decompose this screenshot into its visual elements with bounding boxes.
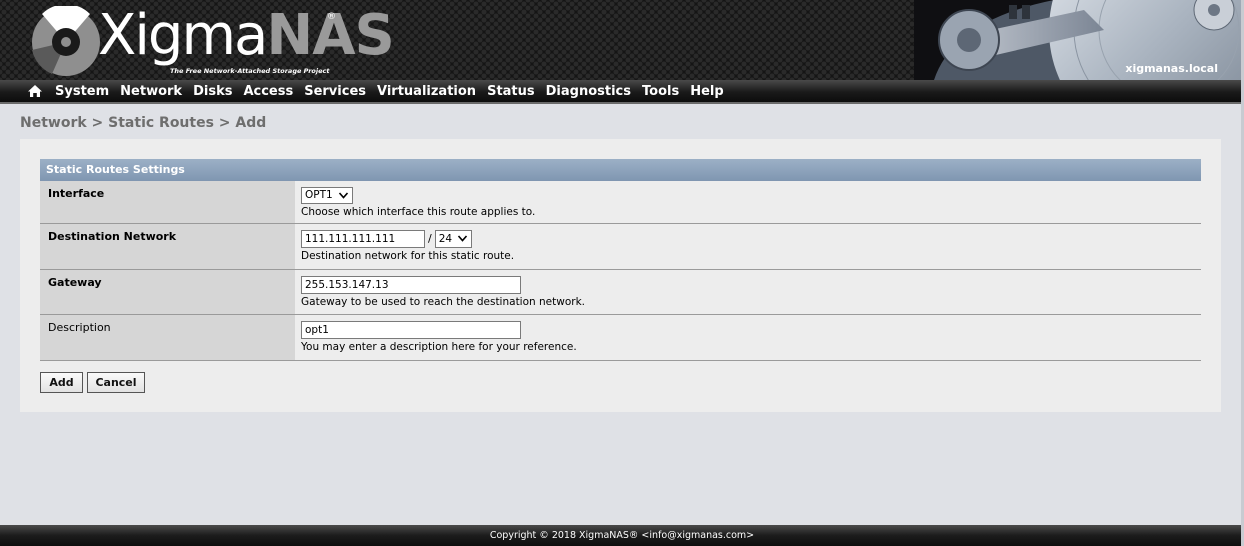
description-label: Description — [40, 315, 295, 360]
breadcrumb: Network > Static Routes > Add — [20, 115, 267, 131]
gateway-hint: Gateway to be used to reach the destinat… — [301, 296, 585, 308]
hostname-label: xigmanas.local — [1125, 62, 1218, 75]
main-navbar: System Network Disks Access Services Vir… — [0, 80, 1244, 104]
description-hint: You may enter a description here for you… — [301, 341, 577, 353]
destination-value-cell: 111.111.111.111/ 24 Destination network … — [295, 224, 1201, 269]
gateway-input[interactable]: 255.153.147.13 — [301, 276, 521, 294]
description-input[interactable]: opt1 — [301, 321, 521, 339]
mask-separator: / — [428, 232, 432, 245]
interface-value-cell: OPT1 Choose which interface this route a… — [295, 181, 1201, 223]
nav-item-virtualization[interactable]: Virtualization — [371, 84, 481, 99]
logo-wordmark: XigmaNAS — [98, 3, 395, 68]
footer-copyright: Copyright © 2018 XigmaNAS® <info@xigmana… — [0, 525, 1244, 546]
form-row-gateway: Gateway 255.153.147.13 Gateway to be use… — [40, 270, 1201, 315]
logo-mark-icon — [32, 6, 100, 76]
form-row-destination: Destination Network 111.111.111.111/ 24 … — [40, 224, 1201, 270]
cancel-button[interactable]: Cancel — [87, 372, 145, 393]
nav-item-access[interactable]: Access — [237, 84, 298, 99]
logo-registered-mark: ® — [327, 12, 336, 22]
header-banner: XigmaNAS ® The Free Network-Attached Sto… — [0, 0, 1244, 80]
xigmanas-logo[interactable]: XigmaNAS ® The Free Network-Attached Sto… — [30, 4, 395, 78]
destination-label: Destination Network — [40, 224, 295, 269]
nav-item-tools[interactable]: Tools — [636, 84, 684, 99]
form-row-interface: Interface OPT1 Choose which interface th… — [40, 181, 1201, 224]
interface-label: Interface — [40, 181, 295, 223]
description-value-cell: opt1 You may enter a description here fo… — [295, 315, 1201, 360]
gateway-label: Gateway — [40, 270, 295, 314]
nav-item-disks[interactable]: Disks — [187, 84, 237, 99]
nav-item-diagnostics[interactable]: Diagnostics — [540, 84, 636, 99]
form-row-description: Description opt1 You may enter a descrip… — [40, 315, 1201, 361]
interface-select[interactable]: OPT1 — [301, 187, 353, 204]
nav-item-network[interactable]: Network — [114, 84, 187, 99]
add-button[interactable]: Add — [40, 372, 83, 393]
gateway-value-cell: 255.153.147.13 Gateway to be used to rea… — [295, 270, 1201, 314]
destination-hint: Destination network for this static rout… — [301, 250, 515, 262]
section-title: Static Routes Settings — [40, 159, 1201, 181]
subnet-mask-value: 24 — [438, 233, 453, 245]
subnet-mask-select[interactable]: 24 — [434, 230, 472, 248]
interface-hint: Choose which interface this route applie… — [301, 206, 536, 218]
nav-item-services[interactable]: Services — [298, 84, 371, 99]
chevron-down-icon — [338, 192, 349, 199]
chevron-down-icon — [457, 235, 467, 242]
nav-item-help[interactable]: Help — [684, 84, 728, 99]
nav-item-status[interactable]: Status — [481, 84, 540, 99]
home-icon[interactable] — [27, 84, 43, 98]
logo-tagline: The Free Network-Attached Storage Projec… — [170, 67, 330, 75]
destination-network-input[interactable]: 111.111.111.111 — [301, 230, 425, 248]
nav-item-system[interactable]: System — [49, 84, 114, 99]
logo-word-xigma: Xigma — [98, 3, 268, 68]
interface-select-value: OPT1 — [305, 189, 333, 201]
content-panel: Static Routes Settings Interface OPT1 Ch… — [20, 139, 1221, 412]
